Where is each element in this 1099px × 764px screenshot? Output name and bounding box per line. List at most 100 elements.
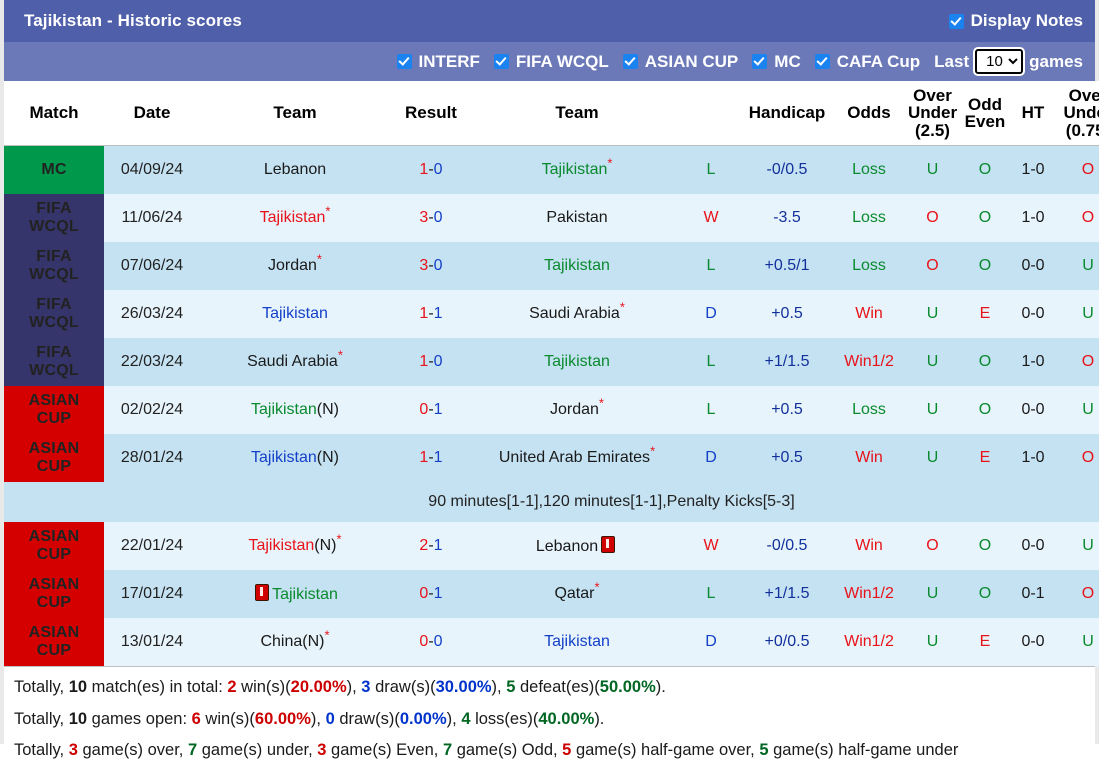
team-name: Jordan [268, 256, 317, 274]
over-under-25-cell: O [904, 241, 961, 290]
handicap-cell: +0.5 [740, 289, 834, 338]
col-header-line: Over [1068, 86, 1099, 105]
ou075-value: U [1082, 400, 1094, 418]
competition-badge[interactable]: ASIAN CUP [4, 521, 104, 570]
competition-badge-line: ASIAN [28, 527, 80, 545]
table-row[interactable]: ASIAN CUP 17/01/24 Tajikistan 0-1 Qatar* L +1/1… [4, 569, 1099, 618]
ht-value: 0-1 [1021, 584, 1045, 602]
home-team-cell: Tajikistan(N) [200, 385, 390, 434]
filter-label: CAFA Cup [836, 51, 921, 71]
filter-interf[interactable]: INTERF [396, 52, 480, 72]
result-cell: 0-1 [390, 385, 472, 434]
col-handicap: Handicap [740, 81, 834, 146]
competition-badge[interactable]: MC [4, 145, 104, 194]
checkbox-icon[interactable] [622, 54, 638, 69]
checkbox-icon[interactable] [752, 54, 768, 69]
s2-t4: ), [310, 709, 326, 728]
ou25-value: O [926, 256, 939, 274]
star-marker: * [316, 251, 322, 267]
odds-cell: Loss [834, 145, 904, 194]
star-marker: * [337, 347, 343, 363]
ht-value: 1-0 [1021, 160, 1045, 178]
filter-fifa-wcql[interactable]: FIFA WCQL [493, 52, 609, 72]
odds-cell: Win1/2 [834, 337, 904, 386]
col-header-line: Odd [968, 94, 1002, 114]
col-away-team: Team [472, 81, 682, 146]
match-date: 26/03/24 [104, 289, 200, 338]
result-cell: 3-0 [390, 241, 472, 290]
filter-cafa-cup[interactable]: CAFA Cup [814, 51, 921, 72]
ou25-value: U [926, 400, 939, 418]
display-notes-toggle[interactable]: Display Notes [948, 11, 1083, 31]
summary-line-2: Totally, 10 games open: 6 win(s)(60.00%)… [14, 707, 1085, 733]
over-under-075-cell: O [1057, 337, 1099, 386]
over-under-075-cell: O [1057, 569, 1099, 618]
competition-badge[interactable]: ASIAN CUP [4, 433, 104, 482]
table-row[interactable]: FIFA WCQL 26/03/24 Tajikistan 1-1 Saudi Arabi… [4, 289, 1099, 338]
over-under-25-cell: U [904, 385, 961, 434]
checkbox-icon[interactable] [493, 54, 509, 69]
star-marker: * [336, 531, 342, 547]
checkbox-icon[interactable] [814, 54, 830, 69]
competition-badge[interactable]: ASIAN CUP [4, 617, 104, 666]
ou25-value: U [926, 584, 939, 602]
outcome-letter: L [706, 400, 716, 418]
star-marker: * [324, 627, 330, 643]
ou075-value: O [1081, 160, 1095, 178]
filter-asian-cup[interactable]: ASIAN CUP [622, 52, 738, 72]
checkbox-icon[interactable] [396, 54, 412, 69]
s2-losses: 4 [461, 709, 471, 728]
team-name: Tajikistan [262, 304, 328, 322]
ht-cell: 1-0 [1009, 145, 1057, 194]
s1-defeats-pct: 50.00% [599, 677, 656, 696]
competition-badge[interactable]: FIFA WCQL [4, 241, 104, 290]
competition-badge[interactable]: FIFA WCQL [4, 337, 104, 386]
filter-mc[interactable]: MC [752, 51, 801, 72]
table-row[interactable]: ASIAN CUP 28/01/24 Tajikistan(N) 1-1 United A… [4, 433, 1099, 482]
home-team-cell: Tajikistan* [200, 193, 390, 242]
away-team-cell: Qatar* [472, 569, 682, 618]
table-row[interactable]: ASIAN CUP 22/01/24 Tajikistan(N)* 2-1 Lebanon… [4, 521, 1099, 570]
odds-value: Win [855, 536, 883, 554]
table-row[interactable]: FIFA WCQL 11/06/24 Tajikistan* 3-0 Pakistan W -… [4, 193, 1099, 242]
table-row[interactable]: ASIAN CUP 13/01/24 China(N)* 0-0 Tajikistan D +… [4, 617, 1099, 666]
handicap-value: +0.5/1 [764, 256, 810, 274]
odds-cell: Win [834, 521, 904, 570]
competition-badge[interactable]: ASIAN CUP [4, 385, 104, 434]
neutral-venue-marker: (N) [314, 536, 337, 554]
match-date: 02/02/24 [104, 385, 200, 434]
team-name: Tajikistan [250, 400, 317, 418]
team-name: Lebanon [263, 160, 327, 178]
odds-cell: Win [834, 433, 904, 482]
table-row[interactable]: ASIAN CUP 02/02/24 Tajikistan(N) 0-1 Jordan* L… [4, 385, 1099, 434]
outcome-cell: D [682, 617, 740, 666]
filter-label: MC [774, 51, 801, 71]
odds-value: Win1/2 [844, 352, 894, 370]
star-marker: * [650, 443, 656, 459]
s2-wins-pct: 60.00% [254, 709, 311, 728]
result-cell: 0-1 [390, 569, 472, 618]
ht-value: 0-0 [1021, 536, 1045, 554]
result-home-goals: 1 [419, 160, 429, 178]
over-under-25-cell: U [904, 337, 961, 386]
table-row[interactable]: FIFA WCQL 07/06/24 Jordan* 3-0 Tajikistan L +0.… [4, 241, 1099, 290]
odd-even-value: O [978, 352, 992, 370]
ht-value: 0-0 [1021, 400, 1045, 418]
result-away-goals: 0 [433, 208, 443, 226]
table-row[interactable]: MC 04/09/24 Lebanon 1-0 Tajikistan* L -0/0.5 Lo… [4, 145, 1099, 194]
display-notes-checkbox[interactable] [948, 13, 964, 29]
competition-badge[interactable]: ASIAN CUP [4, 569, 104, 618]
odds-cell: Win [834, 289, 904, 338]
handicap-value: +0.5 [771, 448, 803, 466]
games-count-select[interactable]: 5102030 [973, 47, 1026, 76]
outcome-cell: D [682, 289, 740, 338]
outcome-cell: W [682, 193, 740, 242]
match-date: 13/01/24 [104, 617, 200, 666]
result-cell: 2-1 [390, 521, 472, 570]
competition-badge[interactable]: FIFA WCQL [4, 289, 104, 338]
competition-badge[interactable]: FIFA WCQL [4, 193, 104, 242]
col-header-line: Handicap [748, 103, 826, 123]
result-away-goals: 1 [433, 448, 443, 466]
table-row[interactable]: FIFA WCQL 22/03/24 Saudi Arabia* 1-0 Tajikist… [4, 337, 1099, 386]
outcome-cell: D [682, 433, 740, 482]
